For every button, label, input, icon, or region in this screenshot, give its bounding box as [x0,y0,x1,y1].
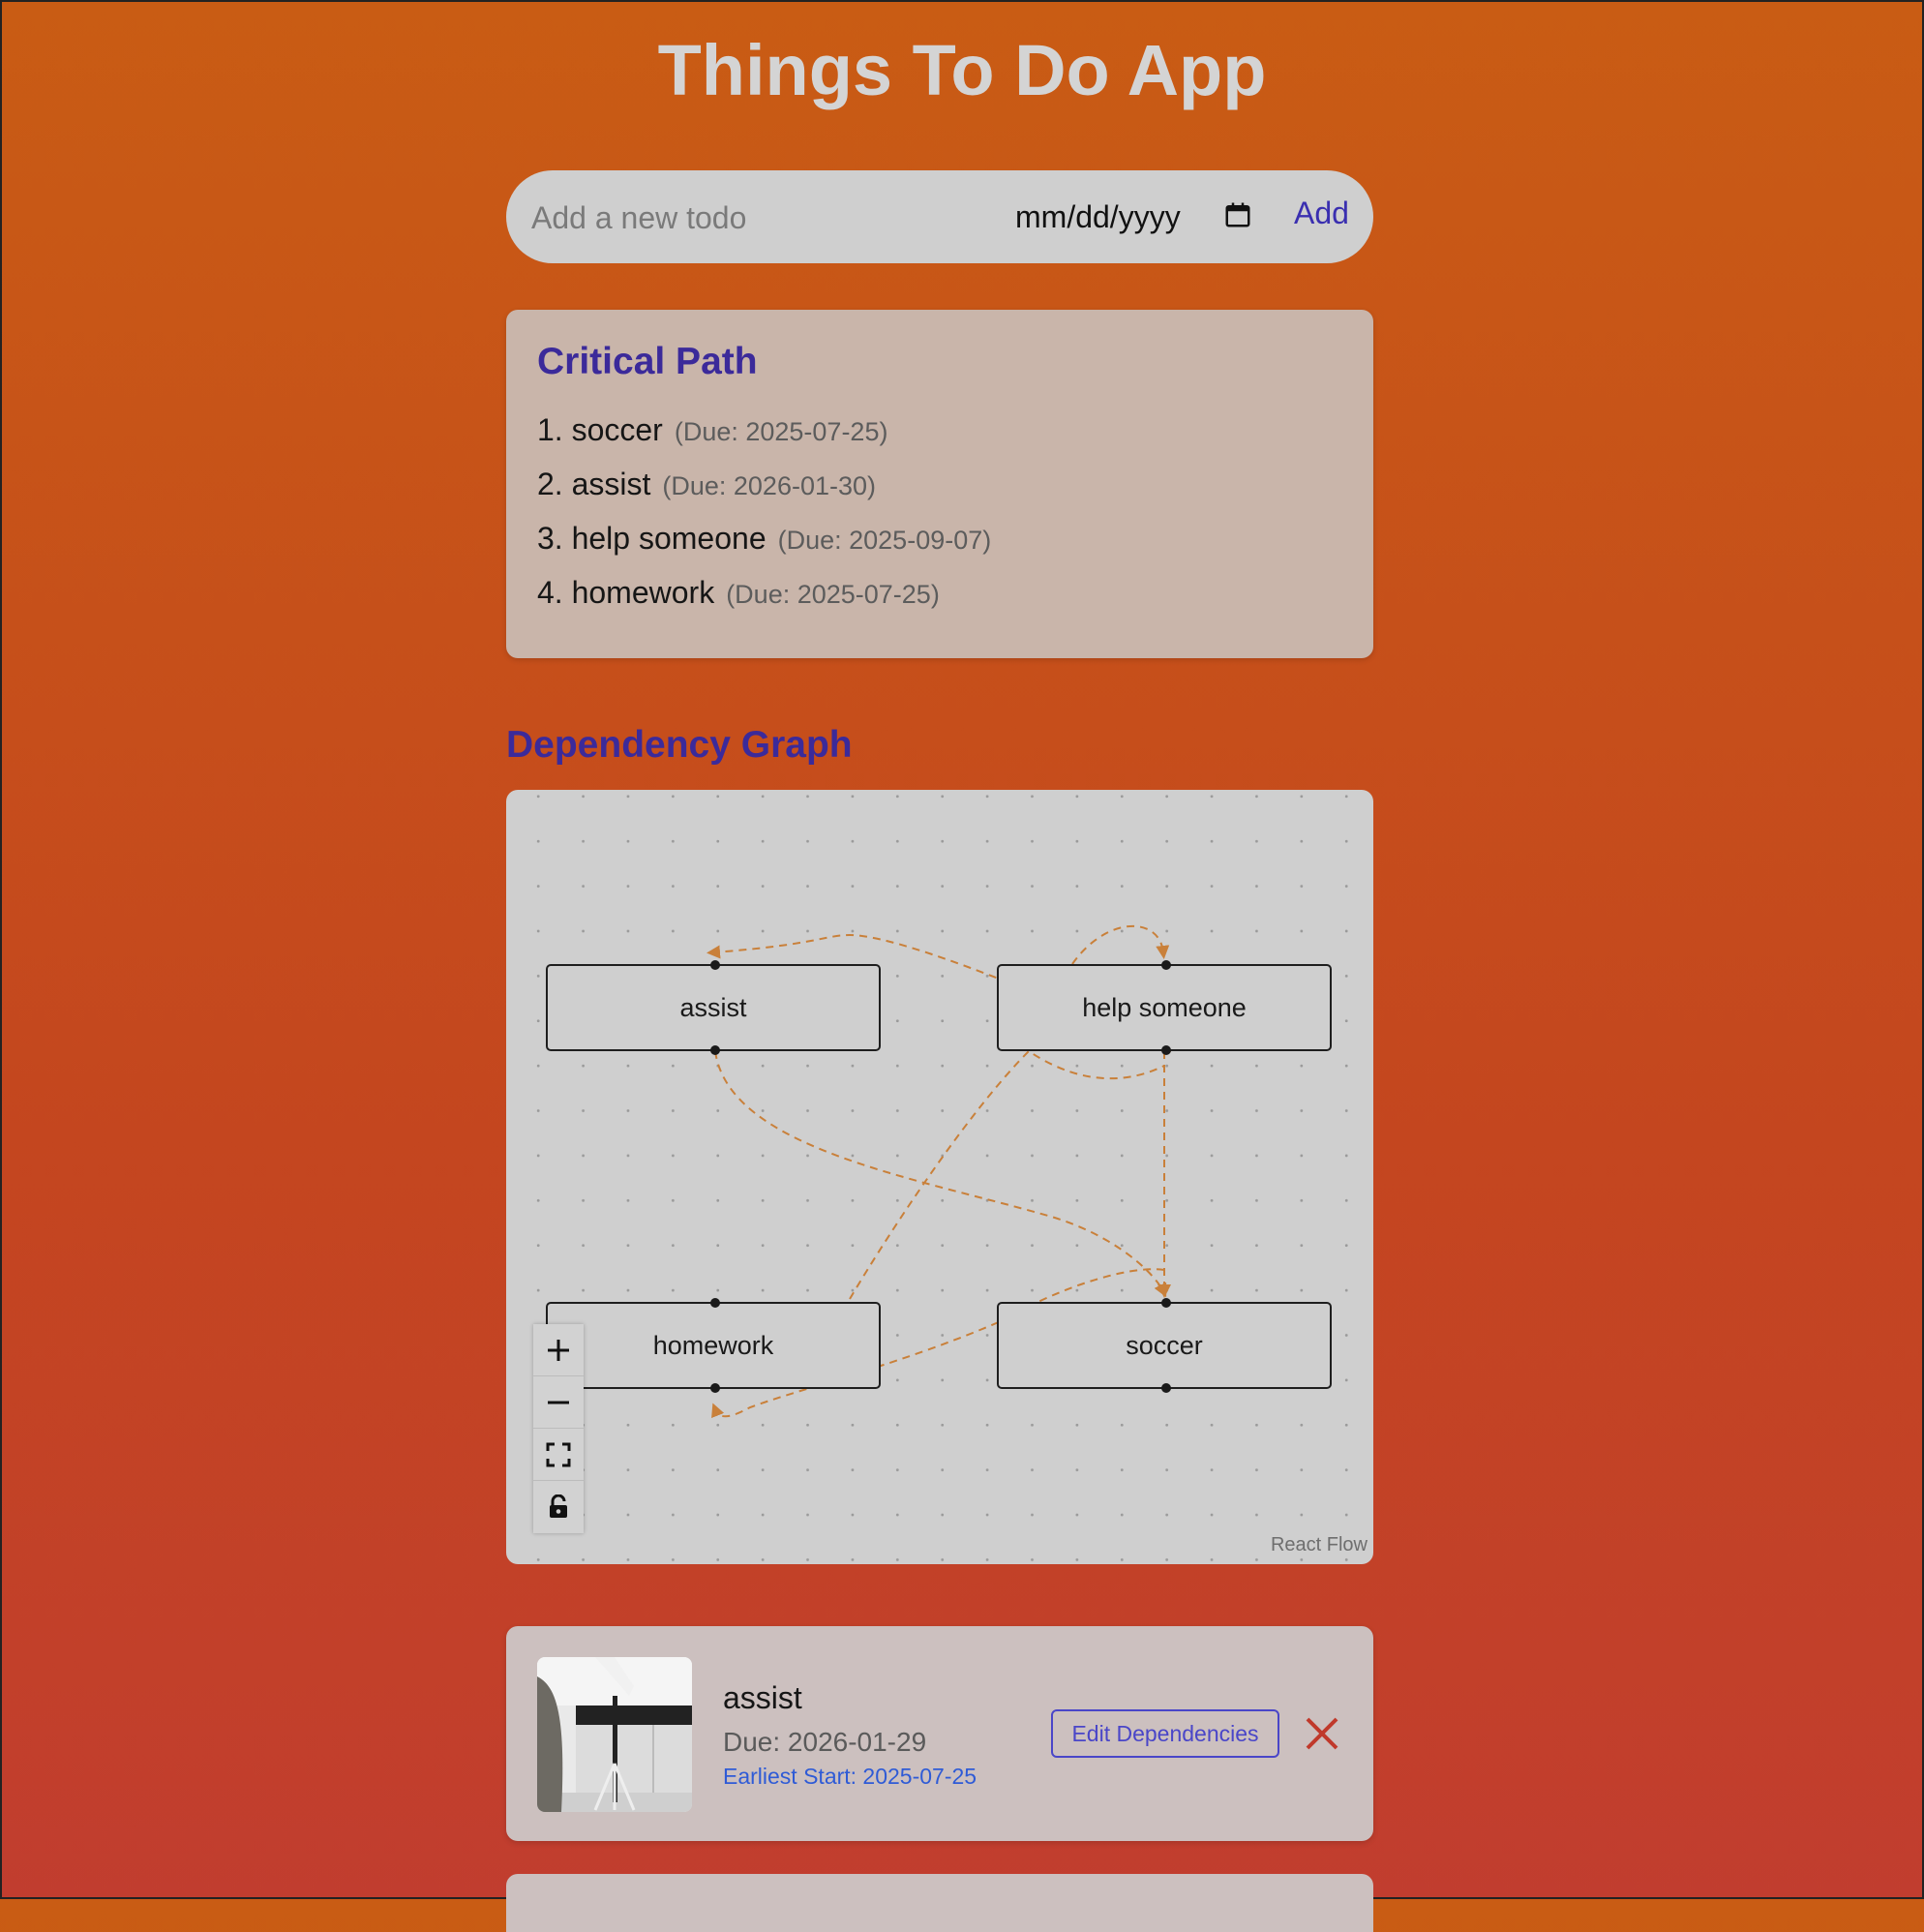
critical-path-item-label: 3. help someone [537,521,767,556]
graph-node-label: assist [679,992,747,1022]
graph-edges [706,924,1172,1419]
fit-view-icon [546,1442,571,1466]
add-todo-bar: mm/dd/yyyy Add [506,170,1373,263]
lock-icon [550,1494,567,1518]
graph-node-label: soccer [1126,1330,1203,1360]
edit-dependencies-button[interactable]: Edit Dependencies [1051,1709,1279,1758]
interactivity-toggle-button[interactable] [533,1481,584,1533]
graph-node-label: homework [652,1330,774,1360]
edge-assist-to-soccer[interactable] [714,1050,1167,1298]
add-button[interactable]: Add [1294,196,1349,231]
critical-path-item: 3. help someone (Due: 2025-09-07) [537,521,991,557]
graph-node-label: help someone [1082,992,1247,1022]
todo-item [506,1874,1373,1932]
node-handle-bottom[interactable] [1161,1383,1171,1393]
close-icon [1306,1717,1338,1750]
graph-node-homework[interactable]: homework [546,1298,881,1393]
edge-help-someone-to-help-someone[interactable] [1071,924,1170,965]
delete-todo-button[interactable] [1300,1711,1344,1756]
node-handle-top[interactable] [1161,960,1171,970]
graph-controls [533,1324,584,1533]
node-handle-top[interactable] [710,1298,720,1308]
critical-path-item-due: (Due: 2026-01-30) [662,471,877,500]
critical-path-item-label: 2. assist [537,467,651,501]
node-handle-top[interactable] [710,960,720,970]
node-handle-bottom[interactable] [710,1383,720,1393]
minus-icon [548,1401,569,1404]
app-title: Things To Do App [657,30,1267,110]
critical-path-item-due: (Due: 2025-09-07) [777,526,992,555]
due-date-input[interactable]: mm/dd/yyyy [1015,192,1252,242]
todo-earliest-start: Earliest Start: 2025-07-25 [723,1764,977,1789]
date-placeholder: mm/dd/yyyy [1015,198,1181,234]
critical-path-item-label: 1. soccer [537,412,663,447]
zoom-out-button[interactable] [533,1376,584,1429]
graph-node-assist[interactable]: assist [546,960,881,1055]
plus-icon [548,1339,569,1361]
dependency-graph-title: Dependency Graph [506,724,853,766]
todo-item: assist Due: 2026-01-29 Earliest Start: 2… [506,1626,1373,1841]
node-handle-top[interactable] [1161,1298,1171,1308]
todo-image [537,1657,692,1812]
dependency-graph-canvas[interactable]: assist help someone homework soccer Reac… [506,790,1373,1564]
critical-path-card: Critical Path 1. soccer (Due: 2025-07-25)… [506,310,1373,658]
react-flow-attribution[interactable]: React Flow [1271,1534,1368,1556]
calendar-icon[interactable] [1223,200,1252,234]
zoom-in-button[interactable] [533,1324,584,1376]
new-todo-input[interactable] [529,196,998,240]
critical-path-item: 2. assist (Due: 2026-01-30) [537,467,876,502]
node-handle-bottom[interactable] [710,1045,720,1055]
critical-path-item: 4. homework (Due: 2025-07-25) [537,575,940,611]
fit-view-button[interactable] [533,1429,584,1481]
critical-path-item-due: (Due: 2025-07-25) [726,580,940,609]
graph-node-soccer[interactable]: soccer [997,1298,1332,1393]
todo-due-date: Due: 2026-01-29 [723,1727,927,1757]
todo-name: assist [723,1680,802,1715]
critical-path-title: Critical Path [537,341,758,382]
graph-node-help-someone[interactable]: help someone [997,960,1332,1055]
critical-path-item-label: 4. homework [537,575,715,610]
node-handle-bottom[interactable] [1161,1045,1171,1055]
critical-path-item: 1. soccer (Due: 2025-07-25) [537,412,887,448]
critical-path-item-due: (Due: 2025-07-25) [674,417,888,446]
